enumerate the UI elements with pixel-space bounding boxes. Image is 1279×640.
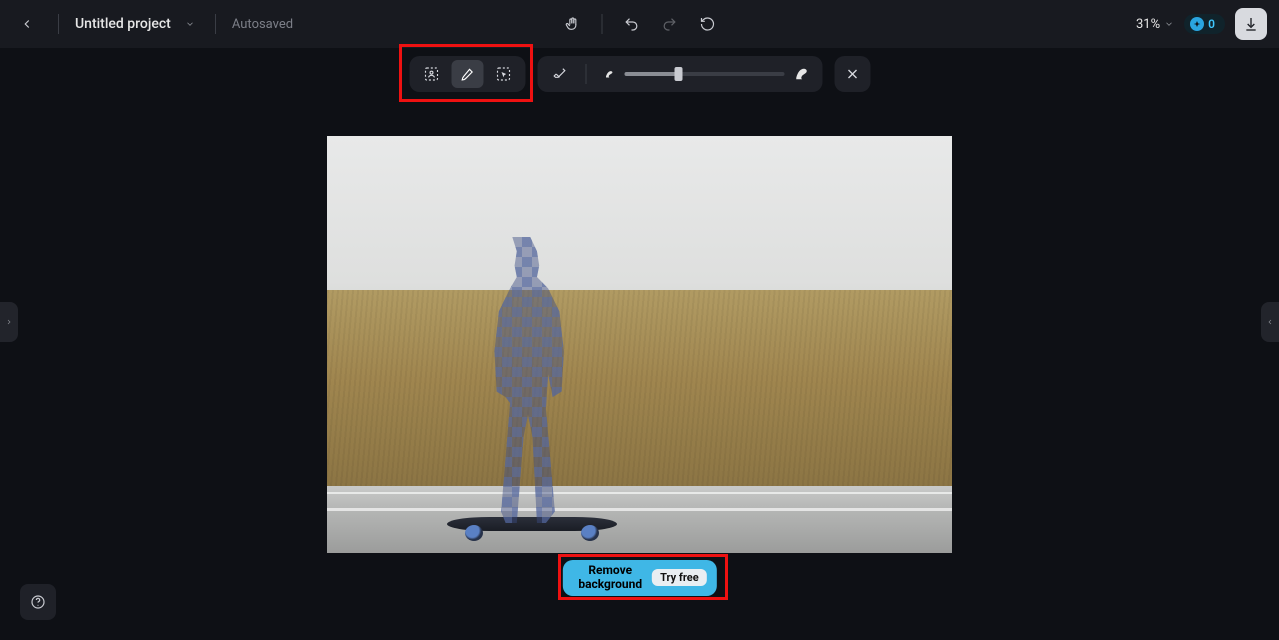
canvas-field — [327, 290, 952, 486]
divider — [215, 14, 216, 34]
project-menu-chevron-icon[interactable] — [181, 15, 199, 33]
slider-thumb[interactable] — [674, 67, 682, 81]
canvas[interactable] — [327, 136, 952, 553]
divider — [585, 64, 586, 84]
undo-button[interactable] — [616, 9, 646, 39]
reset-button[interactable] — [692, 9, 722, 39]
autosave-status: Autosaved — [232, 17, 293, 32]
back-button[interactable] — [12, 9, 42, 39]
remove-background-button[interactable]: Remove background Try free — [562, 560, 716, 596]
redo-button — [654, 9, 684, 39]
project-title[interactable]: Untitled project — [75, 16, 171, 32]
expand-left-panel[interactable] — [0, 302, 18, 342]
lasso-select-button[interactable] — [487, 60, 519, 88]
brush-options-group — [537, 56, 822, 92]
remove-background-label: Remove background — [578, 564, 642, 592]
divider — [58, 14, 59, 34]
brush-small-icon — [602, 67, 616, 81]
selection-mode-group — [409, 56, 525, 92]
subject-select-button[interactable] — [415, 60, 447, 88]
chevron-down-icon — [1164, 19, 1174, 29]
top-bar: Untitled project Autosaved 31% — [0, 0, 1279, 48]
credits-count: 0 — [1208, 17, 1215, 31]
selection-toolbar — [409, 56, 870, 92]
brush-size-control — [596, 65, 816, 83]
brush-select-button[interactable] — [451, 60, 483, 88]
close-toolbar-group — [834, 56, 870, 92]
close-toolbar-button[interactable] — [836, 60, 868, 88]
slider-fill — [624, 72, 678, 76]
top-bar-right: 31% 0 — [1136, 8, 1267, 40]
credits-icon — [1190, 17, 1204, 31]
pan-hand-button[interactable] — [557, 9, 587, 39]
top-bar-center — [557, 9, 722, 39]
try-free-badge: Try free — [652, 569, 707, 586]
selection-mask — [472, 237, 584, 523]
zoom-value: 31% — [1136, 17, 1160, 32]
top-bar-left: Untitled project Autosaved — [12, 9, 293, 39]
help-button[interactable] — [20, 584, 56, 620]
credits-pill[interactable]: 0 — [1184, 14, 1225, 34]
brush-size-slider[interactable] — [624, 72, 784, 76]
eraser-button[interactable] — [543, 60, 575, 88]
canvas-road — [327, 486, 952, 553]
divider — [601, 14, 602, 34]
brush-large-icon — [792, 65, 810, 83]
download-button[interactable] — [1235, 8, 1267, 40]
canvas-person-selection — [472, 237, 584, 523]
expand-right-panel[interactable] — [1261, 302, 1279, 342]
zoom-select[interactable]: 31% — [1136, 17, 1174, 32]
